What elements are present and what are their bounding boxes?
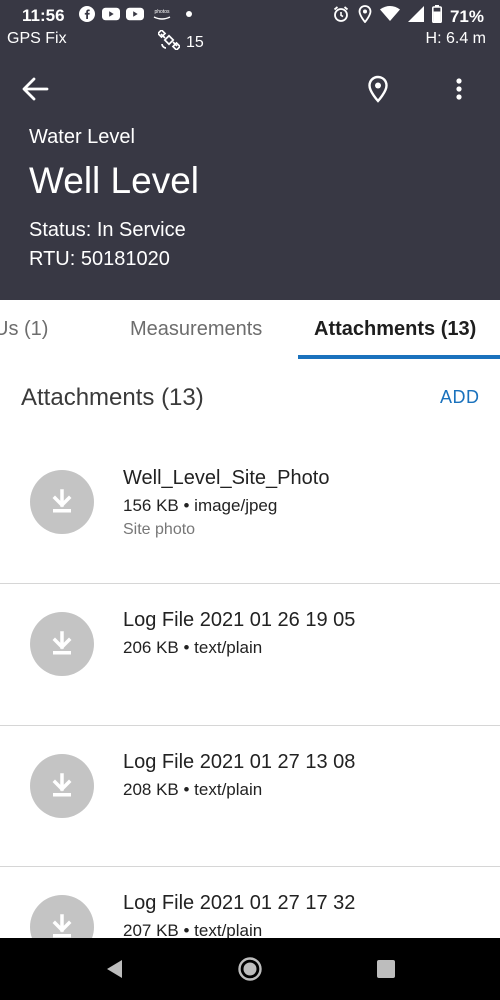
asset-status: Status: In Service (29, 219, 186, 241)
status-bar: 11:56 photos 71% (0, 0, 500, 32)
download-icon[interactable] (30, 612, 94, 676)
tab-measurements[interactable]: Measurements (130, 318, 262, 341)
arrow-back-icon (22, 77, 49, 101)
gps-fix-label: GPS Fix (7, 30, 67, 47)
attachments-list: Well_Level_Site_Photo 156 KB • image/jpe… (0, 440, 500, 938)
height-readout: H: 6.4 m (425, 30, 486, 47)
attachment-meta: 207 KB • text/plain (123, 921, 263, 938)
download-icon[interactable] (30, 754, 94, 818)
attachment-meta: 156 KB • image/jpeg (123, 496, 278, 515)
attachment-name: Log File 2021 01 26 19 05 (123, 609, 356, 631)
list-item[interactable]: Log File 2021 01 27 13 08 208 KB • text/… (0, 724, 500, 866)
photos-icon-label: photos (154, 9, 170, 15)
status-time: 11:56 (22, 6, 65, 25)
facebook-icon (78, 6, 96, 22)
status-right: 71% (332, 5, 484, 28)
attachment-description: Site photo (123, 521, 196, 538)
attachment-meta: 206 KB • text/plain (123, 638, 263, 657)
youtube-icon (126, 6, 144, 22)
asset-type: Water Level (29, 126, 135, 148)
attachment-name: Log File 2021 01 27 13 08 (123, 751, 356, 773)
alarm-icon (332, 5, 350, 28)
download-icon[interactable] (30, 470, 94, 534)
gps-status-row: GPS Fix 15 H: 6.4 m (0, 28, 500, 55)
tab-us[interactable]: Us (1) (0, 318, 48, 341)
toolbar (0, 62, 500, 114)
download-icon[interactable] (30, 895, 94, 938)
more-options-button[interactable] (444, 72, 474, 106)
active-tab-indicator (298, 355, 500, 359)
list-item[interactable]: Well_Level_Site_Photo 156 KB • image/jpe… (0, 440, 500, 582)
photos-icon: photos (150, 6, 174, 22)
location-icon (358, 5, 372, 28)
page-title: Well Level (29, 160, 200, 201)
satellite-count-value: 15 (186, 33, 204, 51)
attachment-name: Log File 2021 01 27 17 32 (123, 892, 356, 914)
nav-home-button[interactable] (236, 956, 264, 982)
map-location-button[interactable] (362, 72, 394, 106)
battery-percent: 71% (449, 6, 484, 26)
more-vert-icon (456, 78, 462, 100)
wifi-icon (379, 6, 400, 27)
satellite-icon (156, 28, 182, 55)
triangle-back-icon (107, 960, 122, 978)
list-item[interactable]: Log File 2021 01 26 19 05 206 KB • text/… (0, 582, 500, 724)
tab-bar: Us (1) Measurements Attachments (13) (0, 300, 500, 362)
attachments-title: Attachments (13) (21, 384, 204, 411)
status-app-icons: photos (78, 6, 192, 22)
square-recents-icon (377, 960, 395, 978)
attachment-meta: 208 KB • text/plain (123, 780, 263, 799)
nav-recents-button[interactable] (372, 956, 400, 982)
battery-icon (431, 5, 442, 28)
youtube-icon (102, 6, 120, 22)
add-attachment-button[interactable]: ADD (440, 387, 480, 408)
satellite-count: 15 (156, 28, 204, 55)
circle-home-icon (238, 957, 262, 981)
tab-attachments[interactable]: Attachments (13) (314, 318, 476, 341)
attachment-name: Well_Level_Site_Photo (123, 467, 330, 489)
list-item[interactable]: Log File 2021 01 27 17 32 207 KB • text/… (0, 865, 500, 938)
map-pin-icon (368, 75, 388, 103)
back-button[interactable] (18, 72, 52, 106)
app-header: 11:56 photos 71% GPS Fix 15 H: 6.4 m Wat… (0, 0, 500, 300)
nav-back-button[interactable] (100, 956, 128, 982)
system-nav-bar (0, 938, 500, 1000)
notification-dot-icon (186, 11, 192, 17)
cell-signal-icon (407, 6, 424, 27)
asset-rtu: RTU: 50181020 (29, 248, 170, 270)
